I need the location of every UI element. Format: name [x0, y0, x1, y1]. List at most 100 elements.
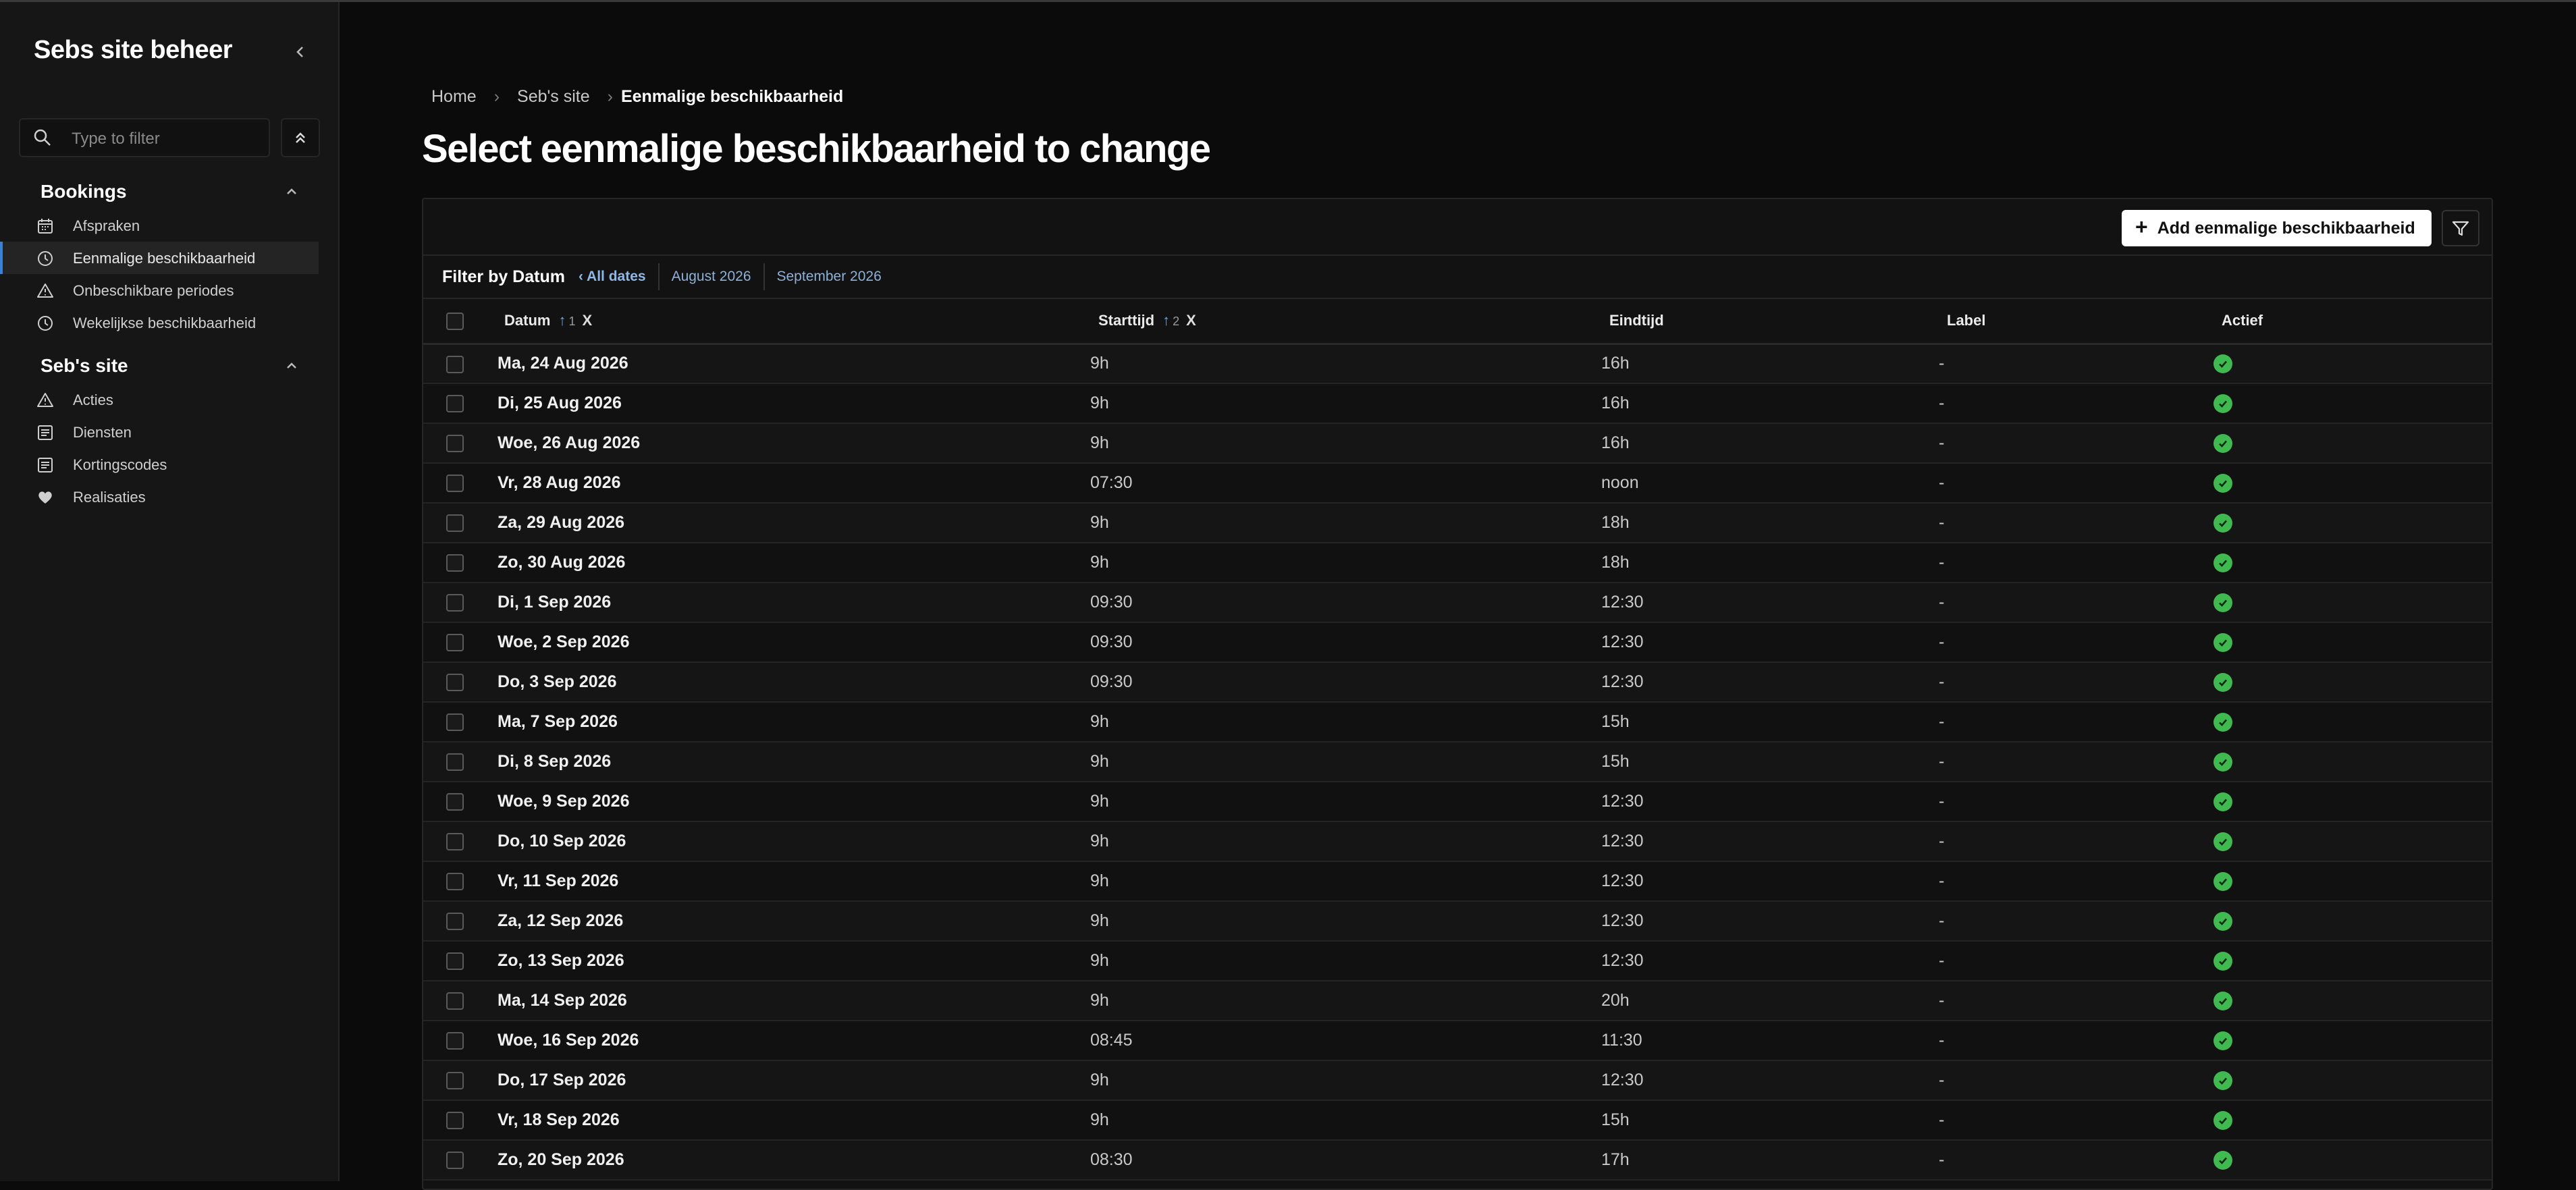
column-eindtijd[interactable]: Eindtijd [1601, 299, 1939, 344]
table-row[interactable]: Ma, 7 Sep 2026 9h 15h - [423, 702, 2492, 742]
table-row[interactable]: Di, 8 Sep 2026 9h 15h - [423, 742, 2492, 782]
table-row[interactable]: Do, 17 Sep 2026 9h 12:30 - [423, 1060, 2492, 1100]
collapse-sidebar-button[interactable] [287, 38, 314, 65]
row-checkbox[interactable] [446, 554, 464, 572]
row-date-link[interactable]: Woe, 2 Sep 2026 [498, 632, 629, 651]
table-row[interactable]: Zo, 20 Sep 2026 08:30 17h - [423, 1140, 2492, 1180]
row-checkbox[interactable] [446, 1152, 464, 1170]
breadcrumb-home[interactable]: Home [431, 87, 477, 107]
row-eindtijd: 12:30 [1601, 951, 1644, 970]
row-date-link[interactable]: Di, 1 Sep 2026 [498, 593, 611, 612]
row-checkbox[interactable] [446, 833, 464, 851]
table-row[interactable]: Di, 25 Aug 2026 9h 16h - [423, 383, 2492, 423]
sidebar-item-realisaties[interactable]: Realisaties [0, 481, 319, 513]
row-checkbox[interactable] [446, 395, 464, 413]
row-label: - [1939, 752, 1945, 771]
row-checkbox[interactable] [446, 355, 464, 373]
row-date-link[interactable]: Za, 29 Aug 2026 [498, 513, 624, 532]
sidebar-item-kortingscodes[interactable]: Kortingscodes [0, 448, 319, 481]
row-date-link[interactable]: Woe, 26 Aug 2026 [498, 433, 640, 452]
row-checkbox[interactable] [446, 713, 464, 732]
row-label: - [1939, 632, 1945, 651]
breadcrumb-sebs-site[interactable]: Seb's site [517, 87, 590, 107]
filter-september-2026[interactable]: September 2026 [777, 269, 882, 285]
column-datum[interactable]: Datum ↑ 1 X [483, 299, 1090, 344]
table-row[interactable]: Vr, 28 Aug 2026 07:30 noon - [423, 463, 2492, 503]
row-date-link[interactable]: Do, 17 Sep 2026 [498, 1071, 626, 1089]
row-date-link[interactable]: Vr, 28 Aug 2026 [498, 473, 621, 492]
table-row[interactable]: Woe, 16 Sep 2026 08:45 11:30 - [423, 1021, 2492, 1060]
filter-toggle-button[interactable] [2442, 210, 2479, 246]
table-row[interactable]: Do, 10 Sep 2026 9h 12:30 - [423, 821, 2492, 861]
table-row[interactable]: Woe, 26 Aug 2026 9h 16h - [423, 423, 2492, 463]
table-row[interactable]: Do, 3 Sep 2026 09:30 12:30 - [423, 662, 2492, 702]
row-checkbox[interactable] [446, 873, 464, 891]
row-checkbox[interactable] [446, 992, 464, 1010]
table-row[interactable]: Za, 29 Aug 2026 9h 18h - [423, 503, 2492, 543]
table-row[interactable]: Woe, 2 Sep 2026 09:30 12:30 - [423, 622, 2492, 662]
table-row[interactable]: Vr, 11 Sep 2026 9h 12:30 - [423, 861, 2492, 901]
row-label: - [1939, 513, 1945, 532]
list-icon [38, 458, 53, 472]
row-date-link[interactable]: Zo, 13 Sep 2026 [498, 951, 624, 970]
row-checkbox[interactable] [446, 1112, 464, 1130]
row-date-link[interactable]: Ma, 24 Aug 2026 [498, 354, 628, 373]
table-row[interactable]: Ma, 14 Sep 2026 9h 20h - [423, 981, 2492, 1021]
table-row[interactable]: Vr, 18 Sep 2026 9h 15h - [423, 1100, 2492, 1140]
sidebar-item-onbeschikbare-periodes[interactable]: Onbeschikbare periodes [0, 274, 319, 306]
select-all-checkbox[interactable] [446, 312, 464, 330]
table-row[interactable]: Zo, 30 Aug 2026 9h 18h - [423, 543, 2492, 583]
row-checkbox[interactable] [446, 913, 464, 931]
row-date-link[interactable]: Di, 8 Sep 2026 [498, 752, 611, 771]
remove-sort-icon[interactable]: X [582, 312, 592, 329]
row-date-link[interactable]: Do, 3 Sep 2026 [498, 672, 616, 691]
sidebar-filter-input[interactable] [72, 128, 261, 151]
nav-section-header[interactable]: Bookings [0, 175, 340, 209]
sidebar-item-eenmalige-beschikbaarheid[interactable]: Eenmalige beschikbaarheid [0, 242, 319, 274]
row-checkbox[interactable] [446, 753, 464, 772]
sort-ascending-icon[interactable]: ↑ [558, 312, 566, 329]
nav-section-header[interactable]: Seb's site [0, 350, 340, 383]
sidebar-item-wekelijkse-beschikbaarheid[interactable]: Wekelijkse beschikbaarheid [0, 306, 319, 339]
site-brand[interactable]: Sebs site beheer [34, 36, 233, 65]
row-checkbox[interactable] [446, 594, 464, 612]
row-checkbox[interactable] [446, 1032, 464, 1050]
row-checkbox[interactable] [446, 952, 464, 971]
row-checkbox[interactable] [446, 793, 464, 811]
row-checkbox[interactable] [446, 634, 464, 652]
row-checkbox[interactable] [446, 435, 464, 453]
row-date-link[interactable]: Ma, 7 Sep 2026 [498, 712, 618, 731]
row-label: - [1939, 951, 1945, 970]
sort-ascending-icon[interactable]: ↑ [1162, 312, 1170, 329]
table-row[interactable]: Woe, 9 Sep 2026 9h 12:30 - [423, 782, 2492, 821]
sidebar-item-afspraken[interactable]: Afspraken [0, 209, 319, 242]
row-checkbox[interactable] [446, 1072, 464, 1090]
all-dates-link[interactable]: ‹ All dates [579, 269, 646, 285]
row-date-link[interactable]: Woe, 9 Sep 2026 [498, 792, 629, 811]
remove-sort-icon[interactable]: X [1186, 312, 1196, 329]
row-checkbox[interactable] [446, 514, 464, 533]
row-date-link[interactable]: Vr, 18 Sep 2026 [498, 1110, 620, 1129]
row-date-link[interactable]: Za, 12 Sep 2026 [498, 911, 623, 930]
row-checkbox[interactable] [446, 674, 464, 692]
row-date-link[interactable]: Vr, 11 Sep 2026 [498, 871, 618, 890]
row-date-link[interactable]: Di, 25 Aug 2026 [498, 394, 622, 412]
column-label[interactable]: Label [1939, 299, 2213, 344]
table-row[interactable]: Za, 12 Sep 2026 9h 12:30 - [423, 901, 2492, 941]
row-date-link[interactable]: Do, 10 Sep 2026 [498, 832, 626, 850]
table-row[interactable]: Zo, 13 Sep 2026 9h 12:30 - [423, 941, 2492, 981]
sidebar-item-acties[interactable]: Acties [0, 383, 319, 416]
add-button[interactable]: + Add eenmalige beschikbaarheid [2122, 210, 2432, 246]
table-row[interactable]: Di, 1 Sep 2026 09:30 12:30 - [423, 583, 2492, 622]
filter-august-2026[interactable]: August 2026 [672, 269, 751, 285]
row-checkbox[interactable] [446, 475, 464, 493]
sidebar-item-diensten[interactable]: Diensten [0, 416, 319, 448]
row-date-link[interactable]: Woe, 16 Sep 2026 [498, 1031, 639, 1050]
toggle-all-sections-button[interactable] [281, 118, 320, 157]
table-row[interactable]: Ma, 24 Aug 2026 9h 16h - [423, 344, 2492, 383]
row-date-link[interactable]: Ma, 14 Sep 2026 [498, 991, 627, 1010]
row-date-link[interactable]: Zo, 20 Sep 2026 [498, 1150, 624, 1169]
row-date-link[interactable]: Zo, 30 Aug 2026 [498, 553, 625, 572]
column-starttijd[interactable]: Starttijd ↑ 2 X [1090, 299, 1601, 344]
column-actief[interactable]: Actief [2213, 299, 2492, 344]
